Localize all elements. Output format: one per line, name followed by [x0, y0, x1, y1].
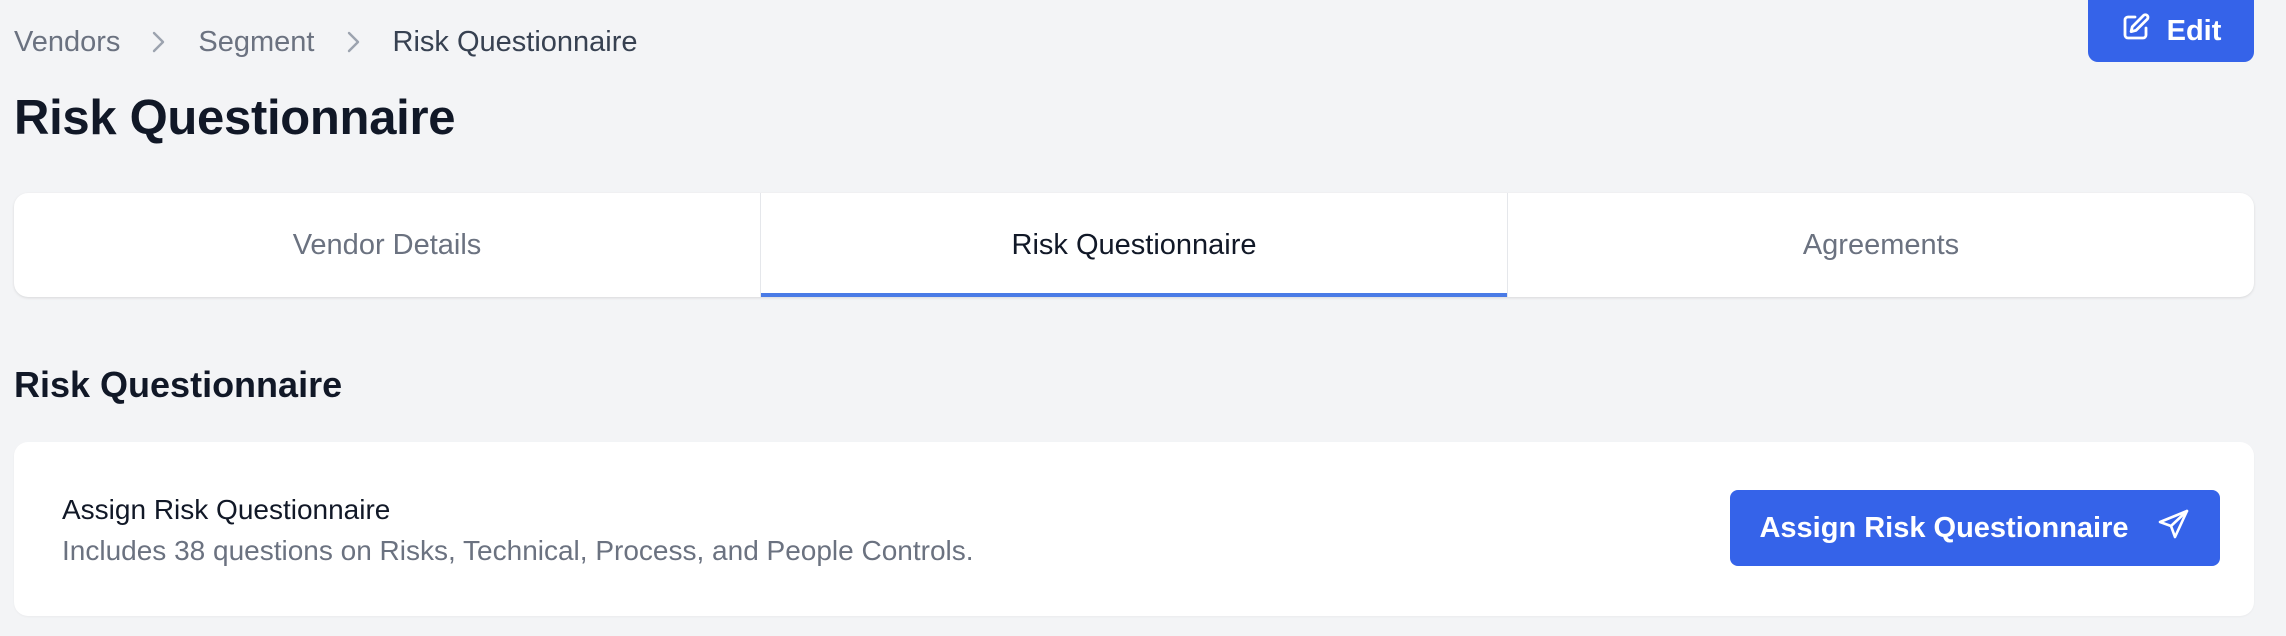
assign-questionnaire-card: Assign Risk Questionnaire Includes 38 qu… [14, 442, 2254, 616]
send-icon [2157, 507, 2191, 549]
card-description: Includes 38 questions on Risks, Technica… [62, 535, 974, 566]
tab-agreements[interactable]: Agreements [1507, 193, 2254, 297]
breadcrumb-item-segment[interactable]: Segment [198, 26, 314, 59]
edit-icon [2121, 12, 2151, 50]
tab-bar: Vendor Details Risk Questionnaire Agreem… [14, 193, 2254, 297]
chevron-right-icon [339, 27, 369, 57]
edit-button-label: Edit [2166, 14, 2222, 47]
edit-button[interactable]: Edit [2088, 0, 2254, 62]
breadcrumb-item-current: Risk Questionnaire [392, 25, 638, 58]
chevron-right-icon [144, 27, 174, 57]
assign-risk-questionnaire-button[interactable]: Assign Risk Questionnaire [1730, 490, 2220, 566]
section-title: Risk Questionnaire [14, 364, 343, 405]
card-title: Assign Risk Questionnaire [62, 494, 391, 525]
page-title: Risk Questionnaire [14, 91, 456, 145]
breadcrumb: Vendors Segment Risk Questionnaire [14, 22, 638, 62]
assign-button-label: Assign Risk Questionnaire [1759, 511, 2129, 544]
tab-vendor-details[interactable]: Vendor Details [14, 193, 760, 297]
tab-risk-questionnaire[interactable]: Risk Questionnaire [760, 193, 1507, 297]
breadcrumb-item-vendors[interactable]: Vendors [14, 26, 120, 59]
